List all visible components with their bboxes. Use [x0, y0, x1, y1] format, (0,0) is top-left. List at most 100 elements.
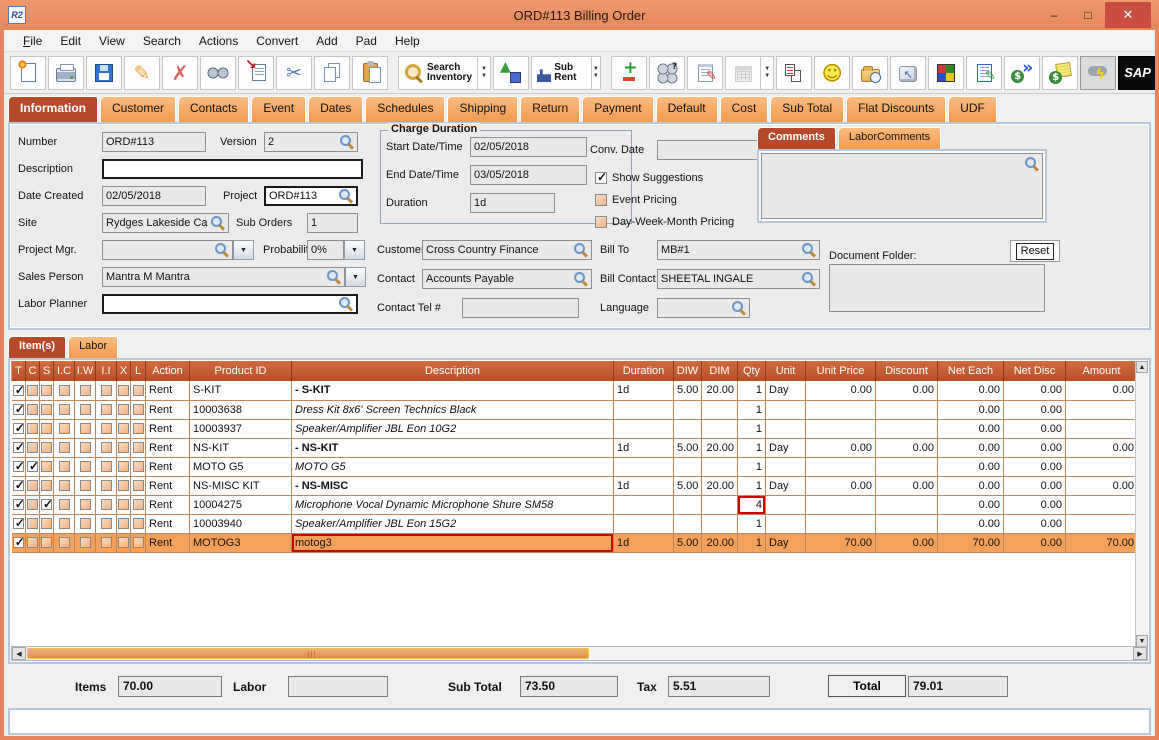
quick-action-button[interactable] [1080, 55, 1117, 90]
cell-net-disc[interactable]: 0.00 [1003, 533, 1066, 553]
cell-amount[interactable]: 0.00 [1065, 381, 1137, 401]
cell-amount[interactable]: 0.00 [1065, 476, 1137, 496]
cell-diw[interactable] [673, 419, 702, 439]
row-check-i-i[interactable] [95, 457, 117, 477]
row-check-x[interactable] [116, 400, 131, 420]
cell-duration[interactable] [613, 457, 674, 477]
print-button[interactable] [48, 55, 84, 90]
probability-field[interactable]: 0% [307, 240, 344, 260]
row-check-x[interactable] [116, 495, 131, 515]
column-header-l[interactable]: L [130, 361, 146, 381]
cell-discount[interactable] [875, 495, 938, 515]
column-header-qty[interactable]: Qty [737, 361, 766, 381]
cell-net-disc[interactable]: 0.00 [1003, 457, 1066, 477]
labor-total-field[interactable] [288, 676, 388, 697]
cell-qty[interactable]: 4 [737, 495, 766, 515]
cell-discount[interactable]: 0.00 [875, 476, 938, 496]
column-header-i-c[interactable]: I.C [53, 361, 75, 381]
cell-duration[interactable]: 1d [613, 438, 674, 458]
cell-discount[interactable] [875, 457, 938, 477]
cell-qty[interactable]: 1 [737, 419, 766, 439]
cell-diw[interactable]: 5.00 [673, 438, 702, 458]
history-button[interactable] [852, 55, 889, 90]
column-header-unit[interactable]: Unit [765, 361, 806, 381]
row-check-x[interactable] [116, 476, 131, 496]
cell-unit-price[interactable]: 0.00 [805, 438, 876, 458]
cell-diw[interactable] [673, 457, 702, 477]
checkbox-unchecked-icon[interactable] [41, 384, 52, 396]
row-check-s[interactable] [39, 419, 54, 439]
row-check-i-w[interactable] [74, 381, 96, 401]
bill-to-lookup-icon[interactable] [802, 243, 816, 257]
checkbox-checked-icon[interactable] [12, 478, 25, 492]
cell-net-disc[interactable]: 0.00 [1003, 476, 1066, 496]
row-check-i-c[interactable] [53, 419, 75, 439]
row-check-s[interactable] [39, 495, 54, 515]
date-created-field[interactable]: 02/05/2018 [102, 186, 206, 206]
checkbox-unchecked-icon[interactable] [132, 404, 144, 416]
cell-description[interactable]: Speaker/Amplifier JBL Eon 15G2 [291, 514, 614, 534]
checkbox-checked-icon[interactable] [12, 459, 25, 473]
checkbox-unchecked-icon[interactable] [132, 499, 144, 511]
cell-unit-price[interactable] [805, 457, 876, 477]
cell-duration[interactable]: 1d [613, 476, 674, 496]
row-check-i-w[interactable] [74, 438, 96, 458]
menu-convert[interactable]: Convert [247, 32, 307, 50]
cell-discount[interactable]: 0.00 [875, 438, 938, 458]
tab-shipping[interactable]: Shipping [447, 96, 519, 122]
cell-unit[interactable] [765, 495, 806, 515]
sap-button[interactable]: SAP [1118, 55, 1157, 90]
maximize-button[interactable]: □ [1071, 2, 1105, 28]
checkbox-unchecked-icon[interactable] [100, 404, 112, 416]
row-check-i-i[interactable] [95, 419, 117, 439]
checkbox-unchecked-icon[interactable] [132, 537, 144, 549]
checkbox-unchecked-icon[interactable] [100, 480, 112, 492]
checkbox-unchecked-icon[interactable] [79, 423, 91, 435]
transfer-order-button[interactable] [238, 55, 274, 90]
row-check-l[interactable] [130, 533, 146, 553]
menu-pad[interactable]: Pad [347, 32, 386, 50]
checkbox-unchecked-icon[interactable] [27, 404, 38, 416]
site-field[interactable]: Rydges Lakeside Ca [102, 213, 229, 233]
version-lookup-icon[interactable] [340, 135, 354, 149]
row-check-i-w[interactable] [74, 476, 96, 496]
cell-diw[interactable] [673, 514, 702, 534]
shortcut-keys-button[interactable]: ↖ [890, 55, 927, 90]
checkbox-unchecked-icon[interactable] [27, 442, 38, 454]
invoice-button[interactable] [1042, 55, 1079, 90]
tab-return[interactable]: Return [520, 96, 581, 122]
row-check-x[interactable] [116, 457, 131, 477]
row-check-x[interactable] [116, 514, 131, 534]
row-check-s[interactable] [39, 514, 54, 534]
row-check-t[interactable] [11, 533, 26, 553]
checkbox-unchecked-icon[interactable] [79, 384, 91, 396]
cell-discount[interactable]: 0.00 [875, 381, 938, 401]
column-header-i-w[interactable]: I.W [74, 361, 96, 381]
row-check-x[interactable] [116, 419, 131, 439]
cell-amount[interactable] [1065, 495, 1137, 515]
row-check-c[interactable] [25, 438, 40, 458]
project-mgr-field[interactable] [102, 240, 233, 260]
row-check-x[interactable] [116, 533, 131, 553]
contact-tel-field[interactable] [462, 298, 579, 318]
row-check-i-w[interactable] [74, 495, 96, 515]
cell-net-each[interactable]: 0.00 [937, 381, 1004, 401]
customer-lookup-icon[interactable] [574, 243, 588, 257]
checkbox-checked-icon[interactable] [12, 402, 25, 416]
checkbox-unchecked-icon[interactable] [79, 480, 91, 492]
row-check-i-c[interactable] [53, 400, 75, 420]
row-check-i-i[interactable] [95, 381, 117, 401]
cell-qty[interactable]: 1 [737, 457, 766, 477]
column-header-c[interactable]: C [25, 361, 40, 381]
checkbox-checked-icon[interactable] [12, 383, 25, 397]
checkbox-unchecked-icon[interactable] [118, 518, 129, 530]
checkbox-checked-icon[interactable] [12, 516, 25, 530]
row-check-t[interactable] [11, 400, 26, 420]
cell-action[interactable]: Rent [145, 514, 190, 534]
cell-unit[interactable] [765, 457, 806, 477]
menu-help[interactable]: Help [386, 32, 429, 50]
cell-unit-price[interactable] [805, 400, 876, 420]
checkbox-unchecked-icon[interactable] [27, 384, 38, 396]
row-check-t[interactable] [11, 514, 26, 534]
row-check-t[interactable] [11, 495, 26, 515]
